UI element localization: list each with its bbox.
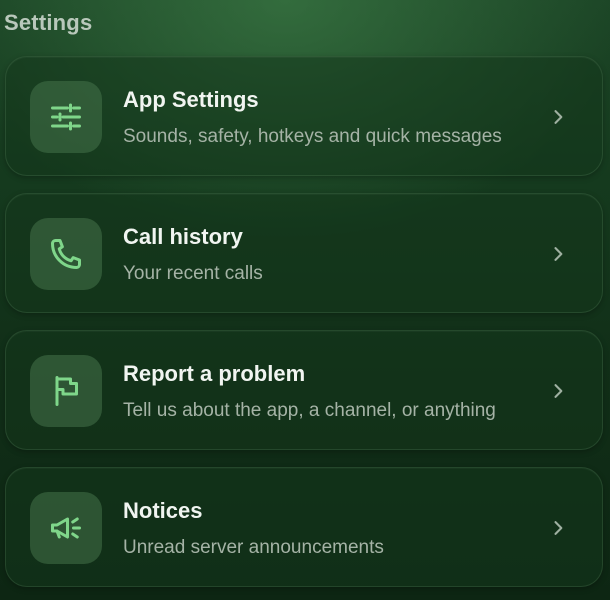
settings-item-subtitle: Sounds, safety, hotkeys and quick messag…: [123, 126, 502, 147]
settings-item-title: Call history: [123, 224, 243, 249]
page-title: Settings: [4, 10, 93, 35]
settings-item-subtitle: Tell us about the app, a channel, or any…: [123, 400, 496, 421]
settings-item-notices[interactable]: Notices Unread server announcements: [5, 467, 603, 587]
settings-item-call-history[interactable]: Call history Your recent calls: [5, 193, 603, 313]
settings-screen: Settings App Settings Sounds, safety, ho…: [0, 0, 610, 600]
settings-item-title: Notices: [123, 498, 203, 523]
chevron-right-icon: [548, 518, 568, 538]
settings-item-title: App Settings: [123, 87, 259, 112]
settings-item-subtitle: Your recent calls: [123, 263, 263, 284]
sliders-icon: [30, 81, 102, 153]
settings-item-report-problem[interactable]: Report a problem Tell us about the app, …: [5, 330, 603, 450]
settings-item-subtitle: Unread server announcements: [123, 537, 384, 558]
phone-icon: [30, 218, 102, 290]
flag-icon: [30, 355, 102, 427]
settings-item-app-settings[interactable]: App Settings Sounds, safety, hotkeys and…: [5, 56, 603, 176]
settings-item-title: Report a problem: [123, 361, 306, 386]
chevron-right-icon: [548, 381, 568, 401]
megaphone-icon: [30, 492, 102, 564]
chevron-right-icon: [548, 244, 568, 264]
chevron-right-icon: [548, 107, 568, 127]
